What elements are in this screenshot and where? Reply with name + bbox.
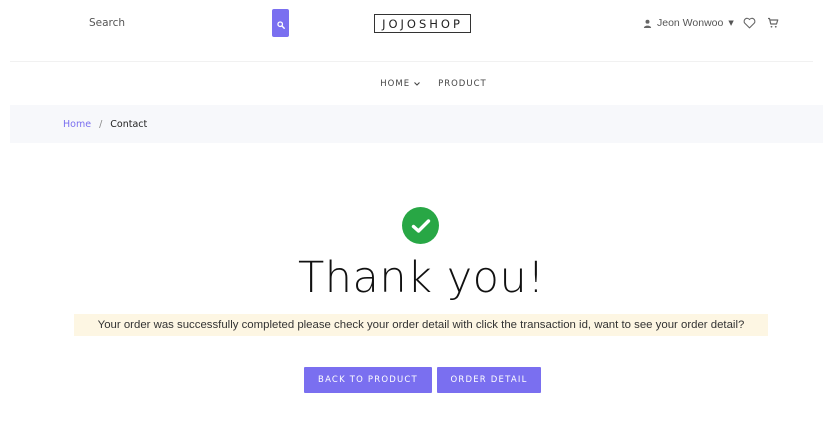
nav-item-label: PRODUCT <box>438 79 487 89</box>
site-header: JOJOSHOP Jeon Wonwoo ▼ <box>0 0 823 50</box>
search-form <box>76 9 289 37</box>
breadcrumb-current: Contact <box>110 118 148 130</box>
order-detail-button[interactable]: ORDER DETAIL <box>437 367 541 393</box>
header-divider <box>10 61 813 62</box>
search-button[interactable] <box>272 9 289 37</box>
search-input[interactable] <box>76 9 272 37</box>
check-circle-icon <box>402 207 439 244</box>
heart-icon[interactable] <box>743 17 756 29</box>
page-title: Thank you! <box>298 253 545 303</box>
site-logo[interactable]: JOJOSHOP <box>374 14 471 33</box>
caret-down-icon[interactable]: ▼ <box>728 19 733 27</box>
back-to-product-button[interactable]: BACK TO PRODUCT <box>304 367 432 393</box>
nav-item-label: HOME <box>380 79 411 89</box>
order-success-message: Your order was successfully completed pl… <box>74 314 768 336</box>
user-icon <box>643 19 652 28</box>
nav-item-home[interactable]: HOME <box>380 76 420 92</box>
search-icon <box>276 14 285 33</box>
chevron-down-icon <box>414 82 420 86</box>
user-menu: Jeon Wonwoo ▼ <box>643 14 779 32</box>
user-name-link[interactable]: Jeon Wonwoo <box>657 17 723 29</box>
main-nav: HOME PRODUCT <box>0 76 823 92</box>
breadcrumb-home-link[interactable]: Home <box>63 119 91 130</box>
breadcrumb: Home / Contact <box>10 105 823 143</box>
breadcrumb-separator: / <box>99 118 103 130</box>
cart-icon[interactable] <box>767 17 779 29</box>
nav-item-product[interactable]: PRODUCT <box>438 76 487 92</box>
